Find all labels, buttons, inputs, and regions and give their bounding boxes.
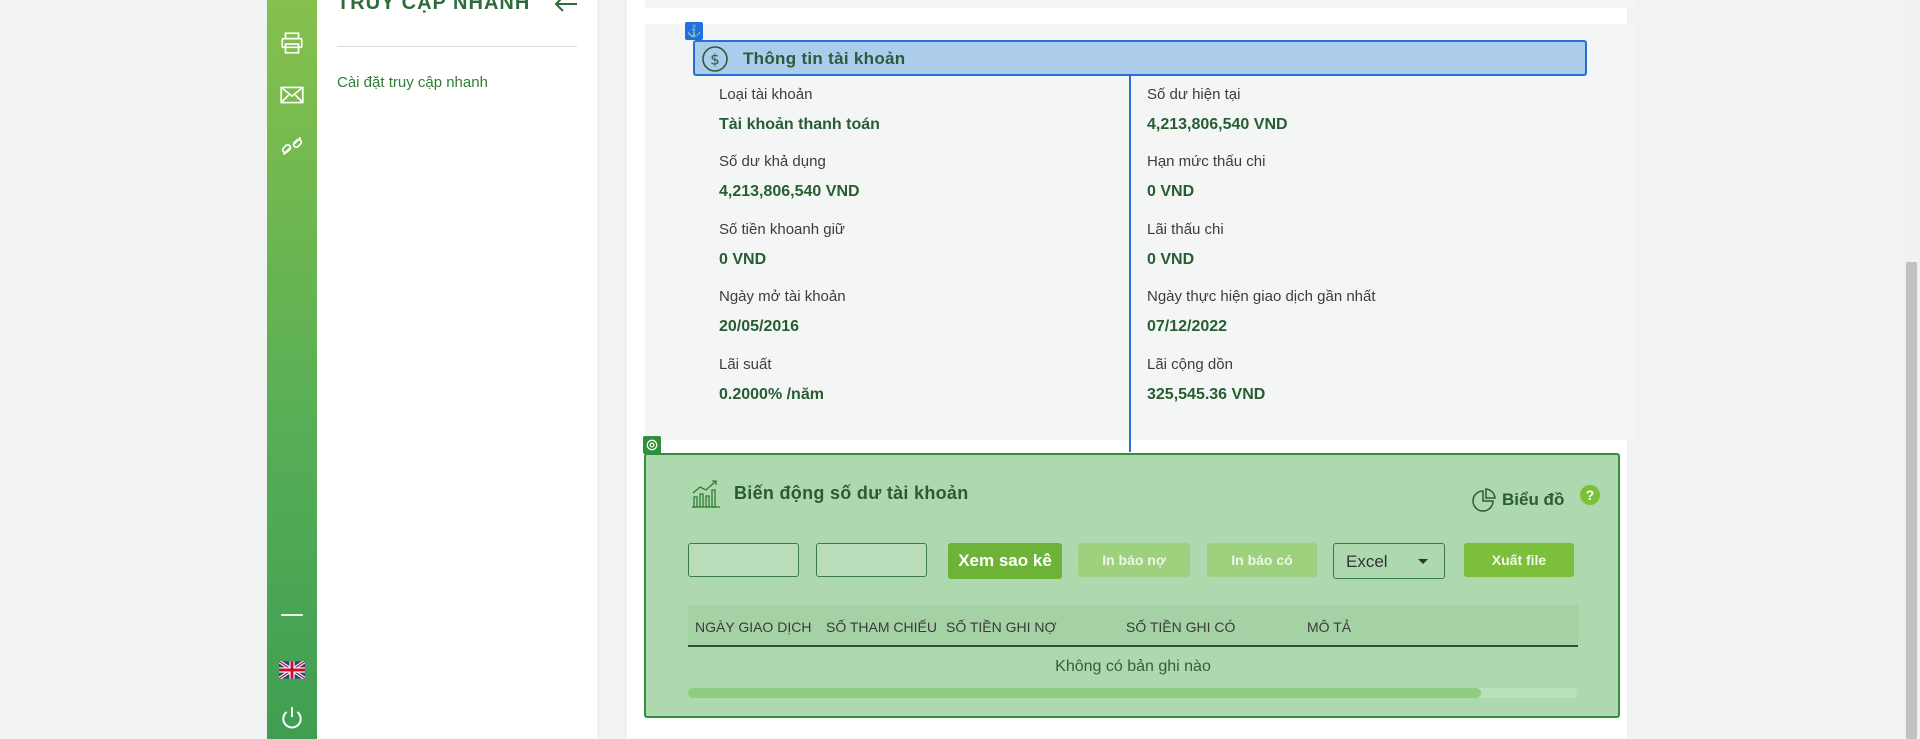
previous-section-footer — [645, 0, 1635, 8]
balance-movement-title: Biến động số dư tài khoản — [734, 483, 969, 503]
open-date-field: Ngày mở tài khoản 20/05/2016 — [719, 288, 846, 336]
field-value: 0 VND — [719, 251, 767, 268]
field-value: 0 VND — [1147, 251, 1195, 268]
line-chart-icon — [692, 480, 720, 508]
field-label: Hạn mức thấu chi — [1147, 153, 1266, 170]
print-debit-note-button[interactable]: In báo nợ — [1078, 543, 1190, 577]
interest-rate-field: Lãi suất 0.2000% /năm — [719, 356, 824, 404]
divider — [337, 46, 577, 47]
help-icon[interactable]: ? — [1580, 485, 1600, 505]
field-value: 0 VND — [1147, 183, 1195, 200]
power-icon[interactable] — [277, 703, 307, 733]
field-value: 4,213,806,540 VND — [719, 183, 860, 200]
target-icon — [643, 436, 661, 454]
field-label: Lãi suất — [719, 356, 772, 373]
account-info-header: $ Thông tin tài khoản — [693, 40, 1587, 76]
overdraft-interest-field: Lãi thấu chi 0 VND — [1147, 221, 1224, 269]
pie-chart-icon[interactable] — [1470, 488, 1496, 514]
chart-link[interactable]: Biểu đồ — [1502, 490, 1564, 510]
view-statement-button[interactable]: Xem sao kê — [948, 543, 1062, 579]
grid-icon[interactable] — [277, 0, 307, 16]
minus-icon[interactable] — [277, 600, 307, 630]
accrued-interest-field: Lãi cộng dồn 325,545.36 VND — [1147, 356, 1265, 404]
field-value: 20/05/2016 — [719, 318, 800, 335]
anchor-icon: ⚓ — [685, 22, 703, 40]
svg-text:$: $ — [710, 51, 720, 69]
print-credit-note-button[interactable]: In báo có — [1207, 543, 1317, 577]
transactions-table-header: NGÀY GIAO DỊCH SỐ THAM CHIẾU SỐ TIỀN GHI… — [688, 605, 1578, 647]
field-label: Số tiền khoanh giữ — [719, 221, 845, 238]
held-amount-field: Số tiền khoanh giữ 0 VND — [719, 221, 845, 269]
column-header-credit[interactable]: SỐ TIỀN GHI CÓ — [1126, 619, 1235, 635]
column-header-description[interactable]: MÔ TẢ — [1307, 619, 1351, 635]
account-info-title: Thông tin tài khoản — [743, 49, 906, 68]
overdraft-limit-field: Hạn mức thấu chi 0 VND — [1147, 153, 1265, 201]
column-header-transaction-date[interactable]: NGÀY GIAO DỊCH — [695, 619, 811, 635]
table-horizontal-scrollbar[interactable] — [688, 688, 1578, 698]
last-transaction-date-field: Ngày thực hiện giao dịch gần nhất 07/12/… — [1147, 288, 1376, 336]
available-balance-field: Số dư khả dụng 4,213,806,540 VND — [719, 153, 860, 201]
field-label: Lãi cộng dồn — [1147, 356, 1233, 373]
column-header-debit[interactable]: SỐ TIỀN GHI NỢ — [946, 619, 1057, 635]
field-value: 0.2000% /năm — [719, 386, 824, 403]
icon-sidebar — [267, 0, 317, 739]
field-value: 07/12/2022 — [1147, 318, 1228, 335]
field-label: Số dư khả dụng — [719, 153, 826, 170]
scrollbar-thumb[interactable] — [688, 688, 1481, 698]
export-format-select[interactable]: Excel — [1333, 543, 1445, 579]
column-header-reference[interactable]: SỐ THAM CHIẾU — [826, 619, 937, 635]
balance-movement-section: Biến động số dư tài khoản Biểu đồ ? Xem … — [644, 453, 1620, 718]
field-value: 4,213,806,540 VND — [1147, 116, 1288, 133]
field-label: Ngày mở tài khoản — [719, 288, 846, 305]
account-type-field: Loại tài khoản Tài khoản thanh toán — [719, 86, 880, 134]
current-balance-field: Số dư hiện tại 4,213,806,540 VND — [1147, 86, 1288, 134]
printer-icon[interactable] — [277, 28, 307, 58]
empty-table-message: Không có bản ghi nào — [1055, 658, 1211, 675]
field-label: Loại tài khoản — [719, 86, 813, 103]
quick-access-panel: TRUY CẬP NHANH Cài đặt truy cập nhanh — [317, 0, 597, 739]
main-content: ⚓ $ Thông tin tài khoản Loại tài khoản T… — [627, 0, 1635, 739]
caret-down-icon — [1418, 559, 1428, 564]
column-divider — [1129, 76, 1131, 452]
uk-flag-icon[interactable] — [277, 655, 307, 685]
link-icon[interactable] — [277, 131, 307, 161]
field-value: 325,545.36 VND — [1147, 386, 1266, 403]
dollar-icon: $ — [702, 46, 728, 72]
mail-icon[interactable] — [277, 80, 307, 110]
field-label: Lãi thấu chi — [1147, 221, 1224, 238]
field-label: Ngày thực hiện giao dịch gần nhất — [1147, 288, 1376, 305]
export-file-button[interactable]: Xuất file — [1464, 543, 1574, 577]
export-format-value: Excel — [1346, 552, 1388, 571]
field-label: Số dư hiện tại — [1147, 86, 1241, 103]
field-value: Tài khoản thanh toán — [719, 116, 880, 133]
from-date-input[interactable] — [688, 543, 799, 577]
to-date-input[interactable] — [816, 543, 927, 577]
arrow-left-icon[interactable] — [553, 0, 579, 14]
quick-access-title: TRUY CẬP NHANH — [337, 0, 531, 14]
quick-access-settings-link[interactable]: Cài đặt truy cập nhanh — [337, 74, 488, 91]
page-scrollbar-thumb[interactable] — [1906, 262, 1917, 739]
page-scrollbar[interactable] — [1903, 0, 1920, 739]
